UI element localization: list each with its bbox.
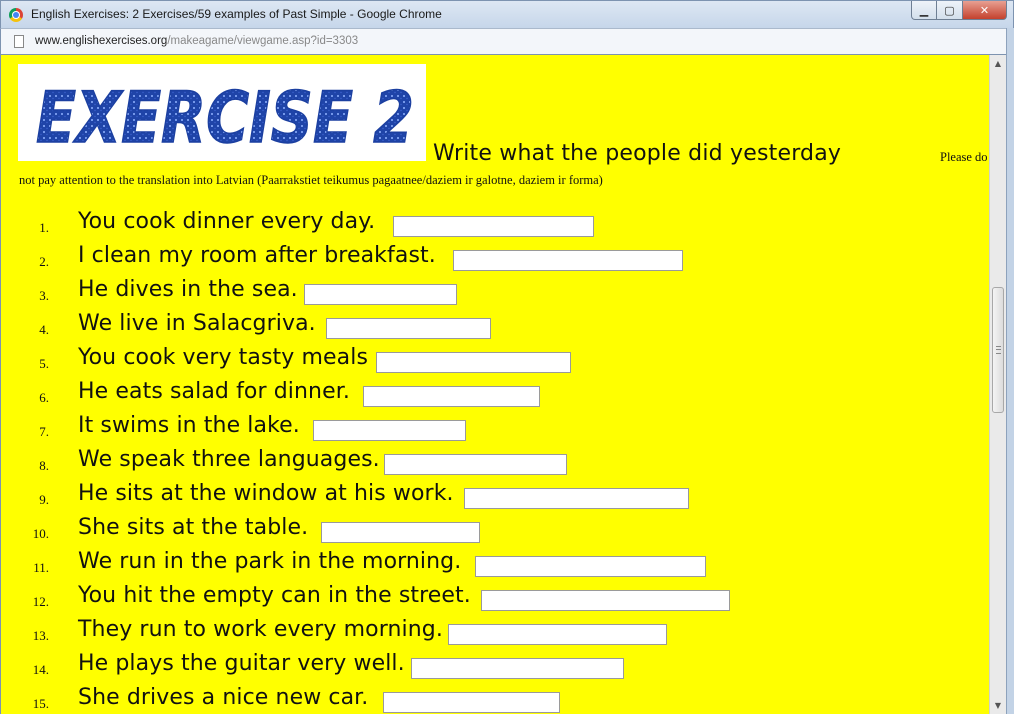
question-sentence: You cook very tasty meals bbox=[78, 345, 369, 370]
question-number: 2. bbox=[39, 254, 49, 269]
question-row: 15. She drives a nice new car. bbox=[1, 685, 989, 714]
question-row: 14. He plays the guitar very well. bbox=[1, 651, 989, 681]
question-row: 12. You hit the empty can in the street. bbox=[1, 583, 989, 613]
question-sentence: We live in Salacgriva. bbox=[78, 311, 316, 336]
instructions-line-1: Please do bbox=[940, 150, 988, 164]
question-sentence: You hit the empty can in the street. bbox=[78, 583, 471, 608]
answer-input[interactable] bbox=[384, 454, 567, 475]
question-sentence: We run in the park in the morning. bbox=[78, 549, 462, 574]
answer-input[interactable] bbox=[363, 386, 540, 407]
address-bar[interactable]: www.englishexercises.org/makeagame/viewg… bbox=[0, 28, 1014, 55]
window-controls: ▁ ▢ ✕ bbox=[911, 1, 1007, 21]
answer-input[interactable] bbox=[475, 556, 706, 577]
maximize-button[interactable]: ▢ bbox=[937, 1, 963, 20]
question-number: 14. bbox=[32, 662, 49, 677]
question-row: 3. He dives in the sea. bbox=[1, 277, 989, 307]
question-number: 11. bbox=[33, 560, 49, 575]
question-row: 8. We speak three languages. bbox=[1, 447, 989, 477]
answer-input[interactable] bbox=[393, 216, 594, 237]
question-number: 9. bbox=[39, 492, 49, 507]
exercise-heading: Write what the people did yesterday bbox=[433, 141, 842, 166]
question-sentence: She drives a nice new car. bbox=[78, 685, 369, 710]
question-sentence: He dives in the sea. bbox=[78, 277, 298, 302]
question-number: 12. bbox=[32, 594, 49, 609]
answer-input[interactable] bbox=[481, 590, 730, 611]
minimize-button[interactable]: ▁ bbox=[911, 1, 937, 20]
scroll-up-arrow-icon[interactable]: ▲ bbox=[990, 55, 1006, 72]
question-number: 1. bbox=[39, 220, 49, 235]
question-number: 7. bbox=[39, 424, 49, 439]
answer-input[interactable] bbox=[313, 420, 466, 441]
chrome-icon bbox=[9, 8, 23, 22]
question-sentence: He sits at the window at his work. bbox=[78, 481, 454, 506]
question-sentence: He plays the guitar very well. bbox=[78, 651, 405, 676]
scrollbar-grip-icon bbox=[996, 346, 1001, 354]
answer-input[interactable] bbox=[464, 488, 689, 509]
question-sentence: It swims in the lake. bbox=[78, 413, 300, 438]
answer-input[interactable] bbox=[453, 250, 683, 271]
question-row: 2. I clean my room after breakfast. bbox=[1, 243, 989, 273]
answer-input[interactable] bbox=[304, 284, 457, 305]
exercise-banner-graphic: EXERCISE 2 bbox=[35, 76, 415, 160]
question-number: 3. bbox=[39, 288, 49, 303]
window-titlebar: English Exercises: 2 Exercises/59 exampl… bbox=[0, 0, 1014, 28]
answer-input[interactable] bbox=[411, 658, 624, 679]
scroll-down-arrow-icon[interactable]: ▼ bbox=[990, 697, 1006, 714]
question-number: 10. bbox=[32, 526, 49, 541]
answer-input[interactable] bbox=[448, 624, 667, 645]
question-number: 4. bbox=[39, 322, 49, 337]
question-sentence: She sits at the table. bbox=[78, 515, 309, 540]
question-sentence: He eats salad for dinner. bbox=[78, 379, 350, 404]
question-number: 5. bbox=[39, 356, 49, 371]
exercise-banner-image: EXERCISE 2 bbox=[18, 64, 426, 161]
question-row: 11. We run in the park in the morning. bbox=[1, 549, 989, 579]
answer-input[interactable] bbox=[326, 318, 491, 339]
question-row: 1. You cook dinner every day. bbox=[1, 209, 989, 239]
question-number: 13. bbox=[32, 628, 49, 643]
question-number: 8. bbox=[39, 458, 49, 473]
question-row: 13. They run to work every morning. bbox=[1, 617, 989, 647]
answer-input[interactable] bbox=[376, 352, 571, 373]
answer-input[interactable] bbox=[383, 692, 560, 713]
question-sentence: I clean my room after breakfast. bbox=[78, 243, 436, 268]
window-frame-right bbox=[1006, 28, 1014, 714]
question-number: 6. bbox=[39, 390, 49, 405]
close-button[interactable]: ✕ bbox=[963, 1, 1007, 20]
page-icon bbox=[14, 35, 24, 48]
question-sentence: They run to work every morning. bbox=[78, 617, 443, 642]
question-row: 10. She sits at the table. bbox=[1, 515, 989, 545]
answer-input[interactable] bbox=[321, 522, 480, 543]
url-path: /makeagame/viewgame.asp?id=3303 bbox=[167, 35, 359, 47]
question-row: 6. He eats salad for dinner. bbox=[1, 379, 989, 409]
window-title: English Exercises: 2 Exercises/59 exampl… bbox=[31, 7, 442, 21]
question-row: 9. He sits at the window at his work. bbox=[1, 481, 989, 511]
banner-text: EXERCISE 2 bbox=[36, 77, 414, 159]
url-text[interactable]: www.englishexercises.org/makeagame/viewg… bbox=[35, 35, 358, 47]
question-sentence: We speak three languages. bbox=[78, 447, 380, 472]
url-host: www.englishexercises.org bbox=[35, 35, 168, 47]
scrollbar-thumb[interactable] bbox=[992, 287, 1004, 413]
question-number: 15. bbox=[32, 696, 49, 711]
vertical-scrollbar[interactable]: ▲ ▼ bbox=[989, 55, 1006, 714]
question-row: 4. We live in Salacgriva. bbox=[1, 311, 989, 341]
question-row: 7. It swims in the lake. bbox=[1, 413, 989, 443]
instructions-line-2: not pay attention to the translation int… bbox=[19, 173, 603, 187]
page-content: EXERCISE 2 Write what the people did yes… bbox=[0, 55, 989, 714]
question-row: 5. You cook very tasty meals bbox=[1, 345, 989, 375]
question-sentence: You cook dinner every day. bbox=[78, 209, 376, 234]
